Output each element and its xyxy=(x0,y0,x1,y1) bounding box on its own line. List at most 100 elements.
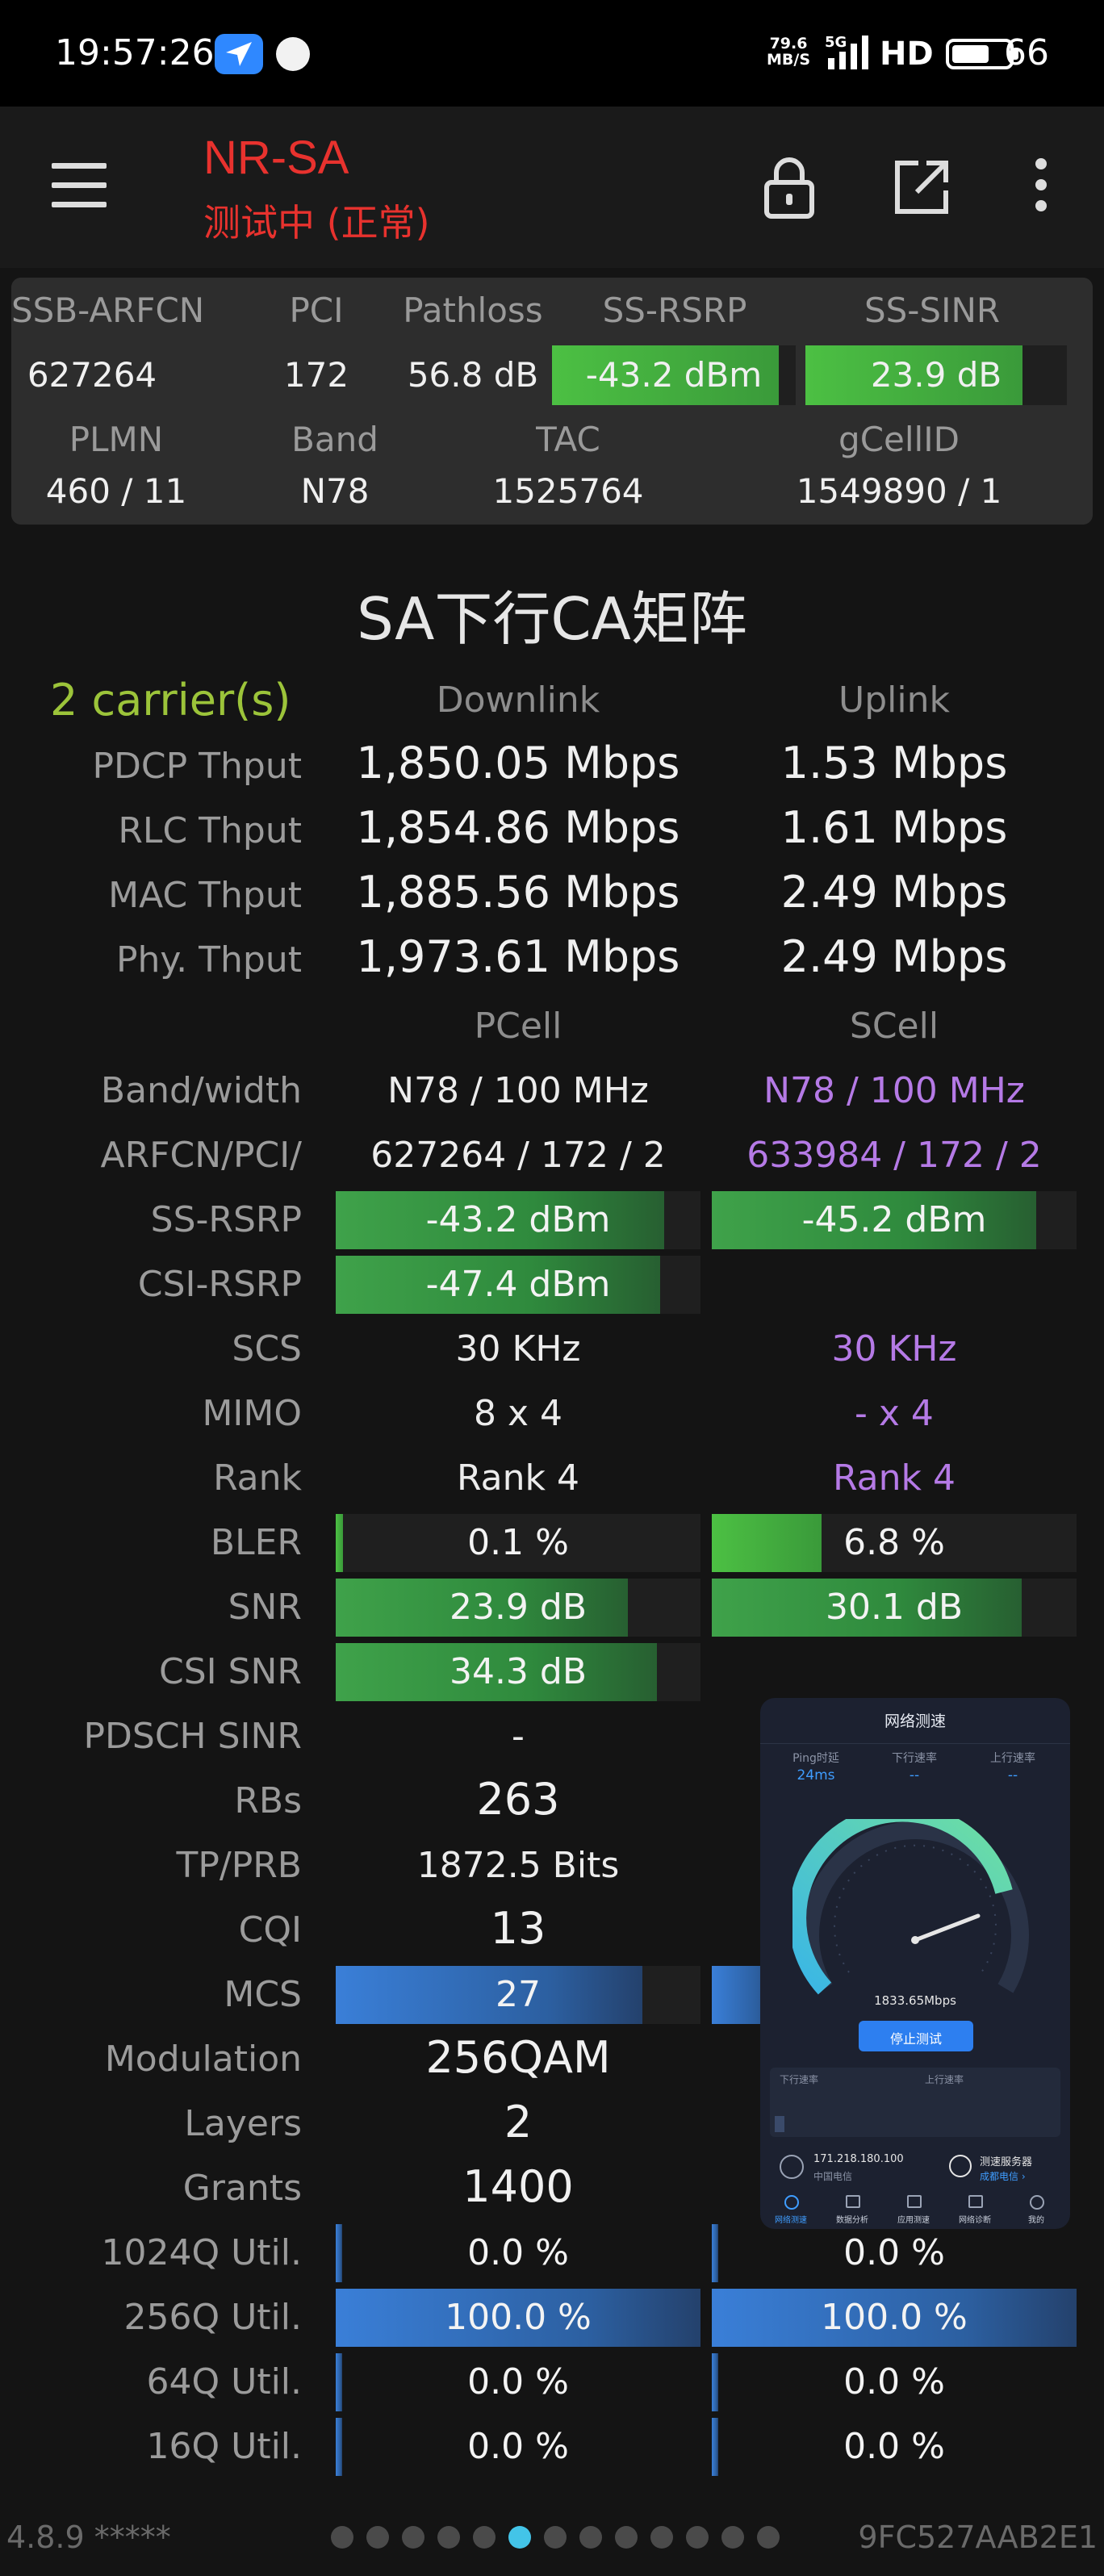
ssb-arfcn-header: SSB-ARFCN xyxy=(11,291,205,330)
scell-util-256q-value: 100.0 % xyxy=(821,2297,968,2338)
pcell-tp-prb: 1872.5 Bits xyxy=(416,1845,620,1886)
mac-thput-label: MAC Thput xyxy=(108,875,302,916)
more-options-icon[interactable] xyxy=(1025,158,1057,223)
ping-value: 24ms xyxy=(797,1767,835,1784)
scell-rank: Rank 4 xyxy=(833,1457,956,1499)
scell-band-width: N78 / 100 MHz xyxy=(763,1070,1025,1111)
ss-rsrp-label: SS-RSRP xyxy=(150,1199,302,1240)
pcell-util-1024q-value: 0.0 % xyxy=(467,2232,569,2273)
menu-icon[interactable] xyxy=(52,163,107,207)
layers-label: Layers xyxy=(184,2103,302,2144)
page-dot[interactable] xyxy=(615,2526,638,2549)
pcell-util-16q-value: 0.0 % xyxy=(467,2426,569,2467)
band-header: Band xyxy=(291,420,378,459)
dl-chart-label: 下行速率 xyxy=(779,2074,818,2085)
stop-test-button[interactable]: 停止测试 xyxy=(859,2021,973,2051)
ul-speed-label: 上行速率 xyxy=(990,1752,1035,1765)
pcell-grants: 1400 xyxy=(462,2161,574,2212)
csi-snr-label: CSI SNR xyxy=(158,1651,302,1692)
tab-app-speedtest[interactable]: 应用测速 xyxy=(886,2213,941,2225)
phy-thput-label: Phy. Thput xyxy=(116,939,302,981)
page-dot[interactable] xyxy=(579,2526,602,2549)
ss-rsrp-value: -43.2 dBm xyxy=(585,355,763,395)
network-speed-unit: MB/S xyxy=(767,51,811,69)
pci-value: 172 xyxy=(283,355,349,395)
page-dot[interactable] xyxy=(437,2526,460,2549)
csi-rsrp-label: CSI-RSRP xyxy=(137,1264,302,1305)
globe-icon xyxy=(949,2155,972,2177)
pcell-rbs: 263 xyxy=(476,1774,560,1825)
rank-label: Rank xyxy=(213,1457,302,1499)
cell-info-panel: SSB-ARFCN PCI Pathloss SS-RSRP SS-SINR 6… xyxy=(11,278,1093,525)
app-title: NR-SA xyxy=(203,132,349,184)
device-id: 9FC527AAB2E1 xyxy=(858,2520,1098,2555)
phy-thput-ul: 2.49 Mbps xyxy=(780,931,1008,982)
server-name[interactable]: 成都电信 › xyxy=(980,2169,1068,2183)
pcell-bler-value: 0.1 % xyxy=(467,1522,569,1563)
status-time: 19:57:26 xyxy=(55,32,215,73)
pcell-mimo: 8 x 4 xyxy=(474,1393,562,1434)
ss-sinr-value: 23.9 dB xyxy=(870,355,1002,395)
open-external-icon[interactable] xyxy=(891,157,952,218)
band-value: N78 xyxy=(300,471,370,511)
page-dot[interactable] xyxy=(402,2526,424,2549)
page-dot[interactable] xyxy=(473,2526,496,2549)
tp-prb-label: TP/PRB xyxy=(176,1845,302,1886)
speedtest-title: 网络测速 xyxy=(884,1712,946,1730)
ping-label: Ping时延 xyxy=(792,1752,839,1765)
hd-indicator: HD xyxy=(880,36,934,73)
ss-rsrp-header: SS-RSRP xyxy=(602,291,747,330)
lock-icon[interactable] xyxy=(759,155,820,220)
tab-mine[interactable]: 我的 xyxy=(1009,2213,1064,2225)
scell-util-16q-value: 0.0 % xyxy=(843,2426,945,2467)
network-speed: 79.6 MB/S xyxy=(767,36,810,68)
gauge-value: 1833.65Mbps xyxy=(874,1993,956,2008)
tab-data-analysis[interactable]: 数据分析 xyxy=(825,2213,880,2225)
scell-mimo: - x 4 xyxy=(855,1393,934,1434)
pcell-rank: Rank 4 xyxy=(457,1457,579,1499)
stop-test-label: 停止测试 xyxy=(889,2031,942,2047)
speedtest-overlay[interactable]: 网络测速 Ping时延 24ms 下行速率 -- 上行速率 -- 1833.65… xyxy=(760,1698,1070,2229)
mcs-label: MCS xyxy=(224,1974,302,2015)
phy-thput-dl: 1,973.61 Mbps xyxy=(356,931,680,982)
band-width-label: Band/width xyxy=(100,1070,302,1111)
downlink-header: Downlink xyxy=(436,680,600,721)
page-dot[interactable] xyxy=(544,2526,567,2549)
util-64q-label: 64Q Util. xyxy=(146,2361,303,2402)
speedtest-tab-bar: 网络测速 数据分析 应用测速 网络诊断 我的 xyxy=(760,2192,1070,2229)
speed-gauge xyxy=(792,1819,1029,1995)
pcell-mcs-value: 27 xyxy=(496,1974,541,2015)
scell-bler-value: 6.8 % xyxy=(843,1522,945,1563)
page-dot[interactable] xyxy=(508,2526,531,2549)
dl-speed-value: -- xyxy=(909,1767,920,1784)
plmn-header: PLMN xyxy=(69,420,164,459)
page-dot[interactable] xyxy=(721,2526,744,2549)
rlc-thput-ul: 1.61 Mbps xyxy=(780,802,1008,853)
page-dot[interactable] xyxy=(331,2526,353,2549)
snr-label: SNR xyxy=(228,1587,302,1628)
pathloss-header: Pathloss xyxy=(403,291,543,330)
bler-label: BLER xyxy=(210,1522,302,1563)
tab-diagnosis[interactable]: 网络诊断 xyxy=(947,2213,1002,2225)
tab-speedtest[interactable]: 网络测速 xyxy=(763,2213,818,2225)
app-status: 测试中 (正常) xyxy=(203,201,430,245)
pcell-snr-value: 23.9 dB xyxy=(449,1587,588,1628)
scell-arfcn-pci: 633984 / 172 / 2 xyxy=(746,1135,1042,1176)
page-dot[interactable] xyxy=(366,2526,389,2549)
page-dot[interactable] xyxy=(757,2526,780,2549)
page-dot[interactable] xyxy=(686,2526,709,2549)
pcell-band-width: N78 / 100 MHz xyxy=(387,1070,649,1111)
grants-label: Grants xyxy=(182,2168,302,2209)
mimo-label: MIMO xyxy=(202,1393,302,1434)
scell-snr-value: 30.1 dB xyxy=(825,1587,964,1628)
carrier-count: 2 carrier(s) xyxy=(50,675,291,726)
ssb-arfcn-value: 627264 xyxy=(27,355,157,395)
speed-history-chart: 下行速率 上行速率 xyxy=(770,2068,1060,2137)
scell-header: SCell xyxy=(849,1006,939,1047)
arfcn-pci-label: ARFCN/PCI/ xyxy=(100,1135,303,1176)
diagnosis-tab-icon xyxy=(968,2195,983,2208)
mac-thput-dl: 1,885.56 Mbps xyxy=(356,867,680,918)
server-label: 测速服务器 xyxy=(980,2156,1033,2168)
ip-address: 171.218.180.100 xyxy=(813,2153,904,2165)
page-dot[interactable] xyxy=(650,2526,673,2549)
